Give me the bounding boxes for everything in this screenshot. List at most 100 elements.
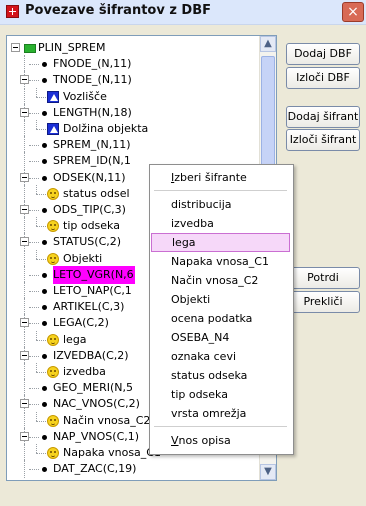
triangle-icon xyxy=(47,123,59,135)
tree-line xyxy=(29,210,39,211)
menu-item-enter-description[interactable]: Vnos opisa xyxy=(151,431,290,450)
tree-line xyxy=(36,453,46,454)
menu-item[interactable]: izvedba xyxy=(151,214,290,233)
bullet-icon xyxy=(42,305,47,311)
collapse-toggle-icon[interactable] xyxy=(20,318,29,328)
scroll-thumb[interactable] xyxy=(261,56,275,174)
window-title: Povezave šifrantov z DBF xyxy=(25,3,212,18)
tree-line xyxy=(29,307,39,309)
bullet-icon xyxy=(42,321,47,327)
smiley-icon xyxy=(47,447,59,459)
tree-line xyxy=(36,193,46,195)
bullet-icon xyxy=(42,208,47,213)
smiley-icon xyxy=(47,333,59,346)
menu-separator xyxy=(154,190,287,191)
menu-item-select-codelists[interactable]: Izberi šifrante xyxy=(151,168,290,187)
collapse-toggle-icon[interactable] xyxy=(20,350,29,360)
bullet-icon xyxy=(42,143,47,149)
scroll-down-button[interactable]: ▼ xyxy=(260,464,276,480)
tree-line xyxy=(36,217,37,227)
collapse-toggle-icon[interactable] xyxy=(20,399,29,409)
tree-line xyxy=(36,330,37,340)
menu-item[interactable]: status odseka xyxy=(151,366,290,385)
dialog-body: ▲ ▼ PLIN_SPREM FNODE_(N,11) TNODE_(N,11) Vo… xyxy=(0,25,366,506)
tree-line xyxy=(36,226,46,228)
tree-line xyxy=(36,249,37,259)
collapse-toggle-icon[interactable] xyxy=(20,172,29,182)
menu-item-mnemonic: I xyxy=(171,171,175,184)
tree-line xyxy=(29,404,39,406)
menu-item[interactable]: distribucija xyxy=(151,195,290,214)
tree-line xyxy=(29,469,39,471)
scroll-up-button[interactable]: ▲ xyxy=(260,36,276,52)
menu-item-mnemonic: V xyxy=(171,434,179,447)
collapse-toggle-icon[interactable] xyxy=(20,431,29,441)
tree-line xyxy=(29,64,39,66)
bullet-icon xyxy=(42,434,47,440)
tree-line xyxy=(36,339,46,341)
remove-dbf-button[interactable]: Izloči DBF xyxy=(286,67,360,89)
collapse-toggle-icon[interactable] xyxy=(20,237,29,247)
collapse-toggle-icon[interactable] xyxy=(20,75,29,85)
collapse-toggle-icon[interactable] xyxy=(11,43,20,52)
menu-item[interactable]: ocena podatka xyxy=(151,309,290,328)
tree-line xyxy=(36,444,37,453)
close-button[interactable]: × xyxy=(342,2,364,22)
menu-item[interactable]: lega xyxy=(151,233,290,252)
tree-line xyxy=(29,355,39,357)
remove-codelist-button[interactable]: Izloči šifrant xyxy=(286,129,360,151)
menu-item[interactable]: Objekti xyxy=(151,290,290,309)
collapse-toggle-icon[interactable] xyxy=(20,205,29,214)
add-dbf-button[interactable]: Dodaj DBF xyxy=(286,43,360,65)
tree-line xyxy=(36,258,46,260)
bullet-icon xyxy=(42,467,47,473)
tree-line xyxy=(36,87,37,97)
tree-item[interactable]: DAT_ZAC(C,19) xyxy=(7,460,259,479)
bullet-icon xyxy=(42,110,47,116)
app-icon xyxy=(6,5,19,18)
tree-line xyxy=(29,145,39,147)
tree-line xyxy=(29,161,39,163)
bullet-icon xyxy=(42,159,47,165)
tree-line xyxy=(36,120,37,129)
tree-line xyxy=(29,436,39,438)
tree-line xyxy=(36,129,46,130)
menu-item[interactable]: tip odseka xyxy=(151,385,290,404)
menu-item[interactable]: Napaka vnosa_C1 xyxy=(151,252,290,271)
menu-item[interactable]: vrsta omrežja xyxy=(151,404,290,423)
smiley-icon xyxy=(47,220,59,233)
bullet-icon xyxy=(42,175,47,181)
tree-line xyxy=(36,184,37,194)
tree-line xyxy=(29,177,39,179)
add-codelist-button[interactable]: Dodaj šifrant xyxy=(286,106,360,128)
tree-line xyxy=(29,112,39,114)
green-folder-icon xyxy=(24,44,36,53)
cancel-button[interactable]: Prekliči xyxy=(286,291,360,313)
tree-line xyxy=(29,388,39,390)
tree-line xyxy=(29,323,39,325)
bullet-icon xyxy=(42,272,47,278)
bullet-icon xyxy=(42,62,47,68)
smiley-icon xyxy=(47,366,59,378)
bullet-icon xyxy=(42,402,47,408)
menu-item[interactable]: oznaka cevi xyxy=(151,347,290,366)
tree-line xyxy=(36,96,46,98)
tree-line xyxy=(29,274,39,276)
menu-separator xyxy=(154,426,287,427)
menu-item[interactable]: OSEBA_N4 xyxy=(151,328,290,347)
tree-line xyxy=(36,420,46,422)
title-bar: Povezave šifrantov z DBF × xyxy=(0,0,366,25)
codelist-context-menu: Izberi šifrante distribucija izvedba lega Na… xyxy=(149,164,294,455)
tree-line xyxy=(36,411,37,421)
menu-item[interactable]: Način vnosa_C2 xyxy=(151,271,290,290)
tree-line xyxy=(24,460,25,479)
tree-line xyxy=(29,242,39,244)
bullet-icon xyxy=(42,386,47,392)
smiley-icon xyxy=(47,252,59,265)
confirm-button[interactable]: Potrdi xyxy=(286,267,360,289)
smiley-icon xyxy=(47,187,59,200)
tree-item-label: DAT_ZAC(C,19) xyxy=(53,462,137,476)
tree-line xyxy=(29,80,39,82)
tree-line xyxy=(36,372,46,373)
collapse-toggle-icon[interactable] xyxy=(20,107,29,117)
